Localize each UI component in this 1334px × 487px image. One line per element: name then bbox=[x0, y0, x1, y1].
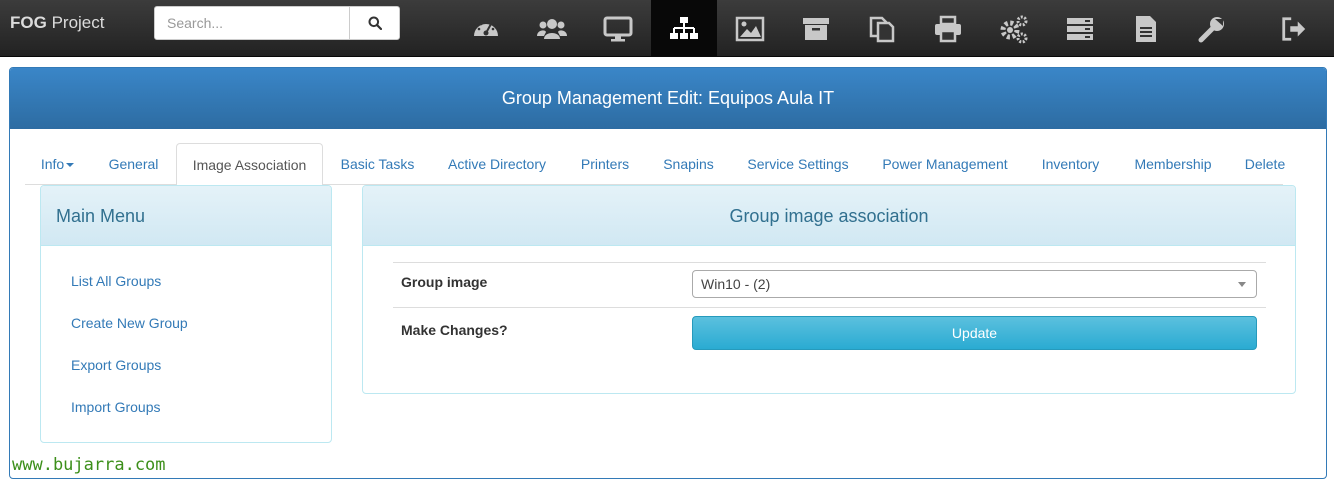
association-title: Group image association bbox=[363, 186, 1295, 246]
menu-item-export-groups[interactable]: Export Groups bbox=[71, 357, 161, 373]
tab-delete[interactable]: Delete bbox=[1236, 143, 1294, 185]
nav-images[interactable] bbox=[717, 0, 783, 57]
desktop-icon bbox=[603, 16, 633, 41]
search-button[interactable] bbox=[349, 6, 400, 40]
search-form bbox=[154, 6, 400, 40]
menu-item-list-all-groups[interactable]: List All Groups bbox=[71, 273, 161, 289]
menu-item-create-new-group[interactable]: Create New Group bbox=[71, 315, 188, 331]
sign-out-icon bbox=[1282, 16, 1306, 41]
caret-down-icon bbox=[66, 163, 75, 168]
tab-printers[interactable]: Printers bbox=[570, 143, 640, 185]
tab-power-management[interactable]: Power Management bbox=[873, 143, 1017, 185]
group-image-label: Group image bbox=[401, 274, 488, 290]
nav-services[interactable] bbox=[981, 0, 1047, 57]
nav-storage[interactable] bbox=[783, 0, 849, 57]
page-title: Group Management Edit: Equipos Aula IT bbox=[10, 68, 1326, 129]
server-icon bbox=[1067, 17, 1093, 40]
menu-item-import-groups[interactable]: Import Groups bbox=[71, 399, 160, 415]
tab-info[interactable]: Info bbox=[25, 143, 90, 185]
search-icon bbox=[368, 16, 382, 30]
watermark: www.bujarra.com bbox=[12, 455, 166, 475]
tab-image-association[interactable]: Image Association bbox=[176, 143, 323, 186]
search-input[interactable] bbox=[154, 6, 350, 40]
tab-service-settings[interactable]: Service Settings bbox=[740, 143, 856, 185]
update-button[interactable]: Update bbox=[692, 316, 1257, 350]
nav-hosts[interactable] bbox=[585, 0, 651, 57]
tab-membership[interactable]: Membership bbox=[1126, 143, 1220, 185]
tab-bar: Info General Image Association Basic Tas… bbox=[25, 143, 1285, 186]
file-icon bbox=[1136, 15, 1156, 42]
select-arrow-icon bbox=[1238, 282, 1246, 287]
sitemap-icon bbox=[670, 16, 698, 39]
print-icon bbox=[935, 15, 961, 42]
nav-users[interactable] bbox=[519, 0, 585, 57]
main-nav bbox=[453, 0, 1245, 57]
table-row-divider bbox=[393, 262, 1266, 263]
nav-settings[interactable] bbox=[1179, 0, 1245, 57]
tab-snapins[interactable]: Snapins bbox=[651, 143, 726, 185]
tab-inventory[interactable]: Inventory bbox=[1033, 143, 1108, 185]
group-image-association-panel: Group image association Group image Win1… bbox=[362, 185, 1296, 394]
archive-icon bbox=[803, 17, 829, 40]
make-changes-label: Make Changes? bbox=[401, 322, 508, 338]
table-row-divider bbox=[393, 307, 1266, 308]
group-image-select[interactable]: Win10 - (2) bbox=[692, 270, 1257, 298]
nav-plugins[interactable] bbox=[1047, 0, 1113, 57]
image-icon bbox=[735, 16, 765, 41]
nav-printers[interactable] bbox=[915, 0, 981, 57]
nav-dashboard[interactable] bbox=[453, 0, 519, 57]
group-edit-panel: Group Management Edit: Equipos Aula IT I… bbox=[9, 67, 1327, 479]
brand-logo[interactable]: FOG Project bbox=[10, 13, 104, 33]
tab-active-directory[interactable]: Active Directory bbox=[432, 143, 562, 185]
main-menu-title: Main Menu bbox=[41, 186, 331, 246]
cogs-icon bbox=[1000, 15, 1028, 43]
nav-snapins[interactable] bbox=[849, 0, 915, 57]
nav-groups[interactable] bbox=[651, 0, 717, 57]
users-icon bbox=[537, 18, 567, 39]
tab-general[interactable]: General bbox=[91, 143, 176, 185]
top-navbar: FOG Project bbox=[0, 0, 1334, 57]
nav-reports[interactable] bbox=[1113, 0, 1179, 57]
main-menu: Main Menu List All Groups Create New Gro… bbox=[40, 185, 332, 443]
dashboard-icon bbox=[474, 20, 498, 36]
logout-button[interactable] bbox=[1270, 0, 1318, 57]
wrench-icon bbox=[1198, 16, 1224, 42]
copy-icon bbox=[869, 16, 895, 42]
group-image-value: Win10 - (2) bbox=[701, 276, 771, 292]
tab-basic-tasks[interactable]: Basic Tasks bbox=[325, 143, 430, 185]
